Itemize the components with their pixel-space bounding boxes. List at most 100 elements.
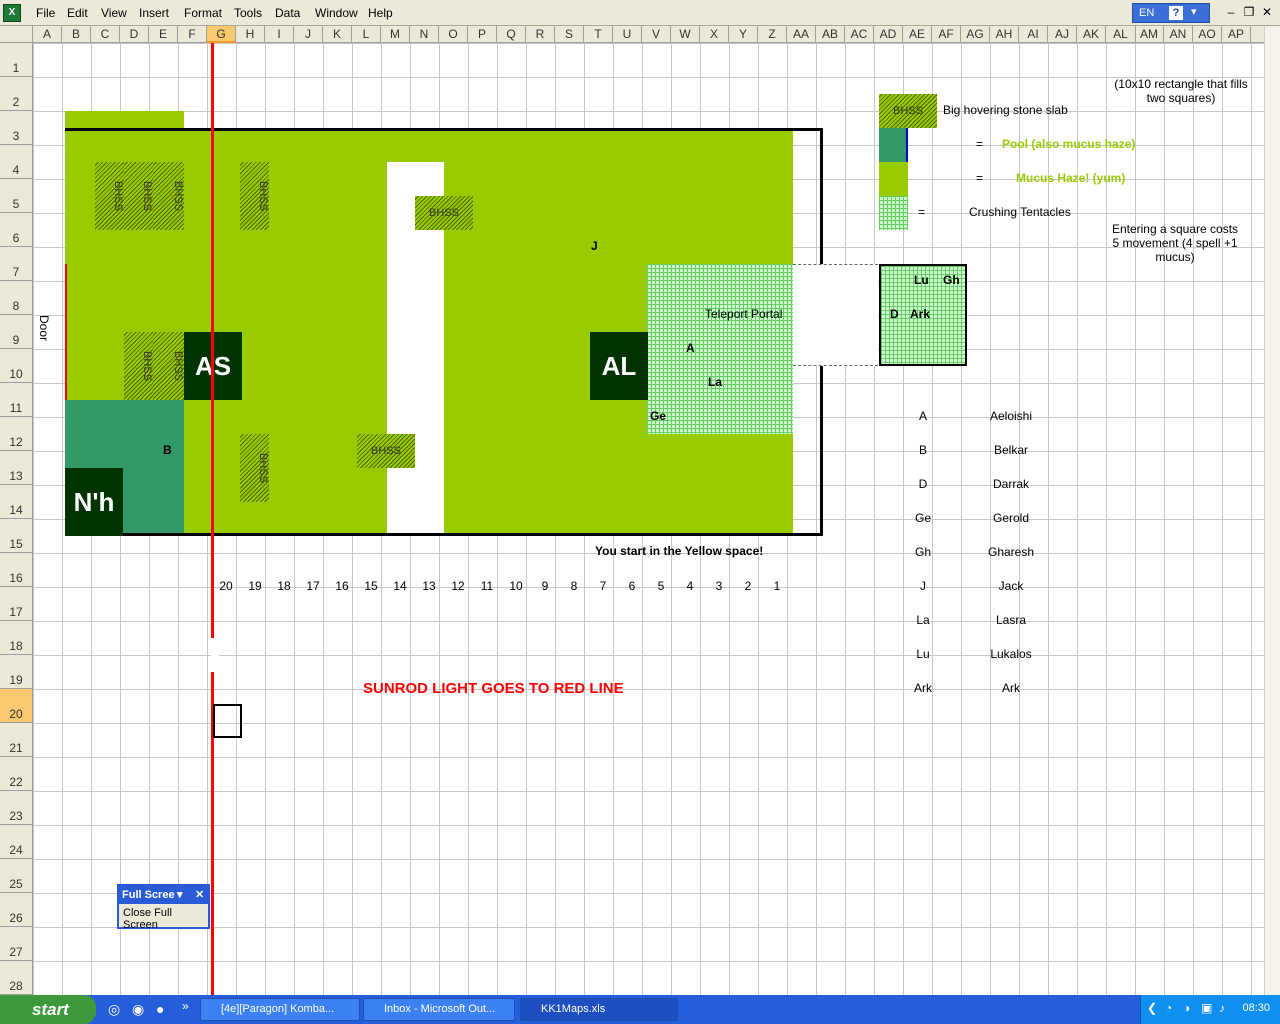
row-header[interactable]: 10 bbox=[0, 349, 33, 383]
column-header[interactable]: U bbox=[613, 26, 642, 43]
menu-format[interactable]: Format bbox=[184, 6, 222, 20]
column-header[interactable]: W bbox=[671, 26, 700, 43]
row-header[interactable]: 22 bbox=[0, 757, 33, 791]
spreadsheet-grid[interactable]: A B C D E F G H I J K L M N O P Q R S T U V W X Y Z AA AB AC AD AE AF AG… bbox=[0, 26, 1280, 995]
column-header[interactable]: V bbox=[642, 26, 671, 43]
menu-window[interactable]: Window bbox=[315, 6, 358, 20]
outlook-icon[interactable]: ◉ bbox=[132, 1001, 144, 1018]
row-header[interactable]: 12 bbox=[0, 417, 33, 451]
minimize-icon[interactable]: – bbox=[1222, 4, 1240, 20]
language-bar[interactable]: EN ? ▾ bbox=[1132, 3, 1210, 23]
menu-insert[interactable]: Insert bbox=[139, 6, 169, 20]
row-header[interactable]: 2 bbox=[0, 77, 33, 111]
column-header[interactable]: B bbox=[62, 26, 91, 43]
task-firefox[interactable]: [4e][Paragon] Komba... bbox=[200, 998, 360, 1021]
column-header[interactable]: C bbox=[91, 26, 120, 43]
column-header[interactable]: AJ bbox=[1048, 26, 1077, 43]
column-header[interactable]: D bbox=[120, 26, 149, 43]
chevron-right-icon[interactable]: » bbox=[182, 999, 189, 1013]
column-header[interactable]: R bbox=[526, 26, 555, 43]
row-header[interactable]: 6 bbox=[0, 213, 33, 247]
column-header[interactable]: Q bbox=[497, 26, 526, 43]
menu-file[interactable]: File bbox=[36, 6, 55, 20]
column-header[interactable]: T bbox=[584, 26, 613, 43]
column-header[interactable]: N bbox=[410, 26, 439, 43]
select-all-corner[interactable] bbox=[0, 26, 33, 43]
volume-icon[interactable]: ♪ bbox=[1219, 1001, 1225, 1015]
column-header[interactable]: A bbox=[33, 26, 62, 43]
column-header[interactable]: AL bbox=[1106, 26, 1136, 43]
column-header[interactable]: K bbox=[323, 26, 352, 43]
row-header[interactable]: 27 bbox=[0, 927, 33, 961]
row-header[interactable]: 23 bbox=[0, 791, 33, 825]
column-header[interactable]: Y bbox=[729, 26, 758, 43]
column-header[interactable]: AO bbox=[1193, 26, 1222, 43]
tray-icon[interactable]: ▣ bbox=[1201, 1001, 1212, 1015]
row-header[interactable]: 19 bbox=[0, 655, 33, 689]
column-header[interactable]: AH bbox=[990, 26, 1019, 43]
row-header[interactable]: 21 bbox=[0, 723, 33, 757]
column-header[interactable]: AA bbox=[787, 26, 816, 43]
tray-icon[interactable]: ◑ bbox=[1183, 1001, 1190, 1015]
row-header[interactable]: 17 bbox=[0, 587, 33, 621]
row-header[interactable]: 15 bbox=[0, 519, 33, 553]
column-header[interactable]: AM bbox=[1135, 26, 1164, 43]
close-full-screen-button[interactable]: Close Full Screen bbox=[119, 904, 208, 934]
close-icon[interactable]: ✕ bbox=[1258, 4, 1276, 20]
row-header[interactable]: 14 bbox=[0, 485, 33, 519]
column-header[interactable]: AB bbox=[816, 26, 845, 43]
column-header[interactable]: AN bbox=[1164, 26, 1193, 43]
cell-area[interactable]: BHSS BHSS BHSS BHSS BHSS BHSS BHSS BHSS … bbox=[33, 43, 1280, 995]
firefox-icon[interactable]: ● bbox=[156, 1001, 164, 1017]
column-header[interactable]: I bbox=[265, 26, 294, 43]
row-header[interactable]: 28 bbox=[0, 961, 33, 995]
column-header[interactable]: L bbox=[352, 26, 381, 43]
column-header[interactable]: AE bbox=[903, 26, 932, 43]
column-header[interactable]: P bbox=[468, 26, 497, 43]
column-header[interactable]: AP bbox=[1222, 26, 1251, 43]
row-header[interactable]: 11 bbox=[0, 383, 33, 417]
column-header[interactable]: O bbox=[439, 26, 468, 43]
row-header[interactable]: 1 bbox=[0, 43, 33, 77]
row-header[interactable]: 13 bbox=[0, 451, 33, 485]
menu-view[interactable]: View bbox=[101, 6, 127, 20]
row-header[interactable]: 4 bbox=[0, 145, 33, 179]
chevron-down-icon[interactable]: ▾ bbox=[177, 886, 183, 904]
active-cell-g20[interactable] bbox=[213, 704, 242, 738]
row-header[interactable]: 26 bbox=[0, 893, 33, 927]
chevron-down-icon[interactable]: ▾ bbox=[1191, 5, 1197, 18]
row-header[interactable]: 16 bbox=[0, 553, 33, 587]
chevron-left-icon[interactable]: ❮ bbox=[1147, 1001, 1157, 1015]
vertical-scrollbar[interactable] bbox=[1264, 26, 1280, 995]
row-header[interactable]: 24 bbox=[0, 825, 33, 859]
excel-app-icon[interactable]: X bbox=[3, 4, 21, 22]
row-header[interactable]: 3 bbox=[0, 111, 33, 145]
menu-data[interactable]: Data bbox=[275, 6, 300, 20]
column-header[interactable]: AC bbox=[845, 26, 874, 43]
menu-edit[interactable]: Edit bbox=[67, 6, 88, 20]
column-header[interactable]: AI bbox=[1019, 26, 1048, 43]
row-header[interactable]: 8 bbox=[0, 281, 33, 315]
column-header[interactable]: G bbox=[207, 26, 236, 43]
column-header[interactable]: S bbox=[555, 26, 584, 43]
column-header[interactable]: E bbox=[149, 26, 178, 43]
row-header[interactable]: 18 bbox=[0, 621, 33, 655]
column-header[interactable]: J bbox=[294, 26, 323, 43]
start-button[interactable]: start bbox=[0, 995, 96, 1024]
column-header[interactable]: F bbox=[178, 26, 207, 43]
column-header[interactable]: Z bbox=[758, 26, 787, 43]
row-header[interactable]: 5 bbox=[0, 179, 33, 213]
column-header[interactable]: M bbox=[381, 26, 410, 43]
column-header[interactable]: H bbox=[236, 26, 265, 43]
full-screen-toolbar[interactable]: Full Scree ▾ ✕ Close Full Screen bbox=[117, 884, 210, 931]
column-header[interactable]: X bbox=[700, 26, 729, 43]
help-icon[interactable]: ? bbox=[1169, 6, 1183, 20]
task-excel[interactable]: KK1Maps.xls bbox=[520, 998, 678, 1021]
row-header[interactable]: 7 bbox=[0, 247, 33, 281]
menu-tools[interactable]: Tools bbox=[234, 6, 262, 20]
tray-icon[interactable]: ◔ bbox=[1165, 1001, 1172, 1015]
close-icon[interactable]: ✕ bbox=[195, 886, 204, 904]
row-header[interactable]: 20 bbox=[0, 689, 33, 723]
ie-icon[interactable]: ◎ bbox=[108, 1001, 120, 1018]
menu-help[interactable]: Help bbox=[368, 6, 393, 20]
